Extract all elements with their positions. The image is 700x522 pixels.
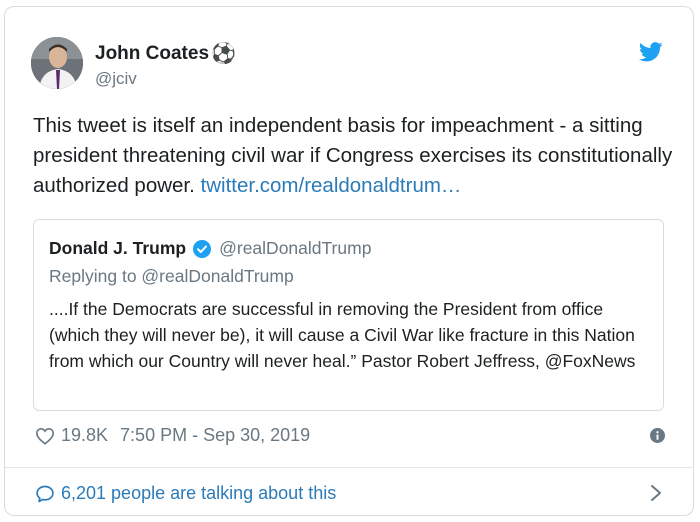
tweet-link[interactable]: twitter.com/realdonaldtrum… bbox=[201, 174, 462, 197]
conversation-link[interactable]: 6,201 people are talking about this bbox=[35, 483, 336, 504]
tweet-text: This tweet is itself an independent basi… bbox=[33, 114, 673, 197]
speech-bubble-icon bbox=[36, 485, 54, 502]
divider bbox=[5, 467, 693, 468]
twitter-bird-icon[interactable] bbox=[639, 41, 663, 63]
like-count[interactable]: 19.8K bbox=[61, 425, 108, 446]
avatar[interactable] bbox=[31, 37, 83, 89]
author-name[interactable]: John Coates ⚽ bbox=[95, 41, 236, 66]
quoted-tweet-text: ....If the Democrats are successful in r… bbox=[49, 299, 636, 371]
quoted-author-name: Donald J. Trump bbox=[49, 238, 187, 258]
replying-to-label: Replying to @realDonaldTrump bbox=[49, 266, 294, 286]
info-icon[interactable] bbox=[650, 428, 665, 443]
chevron-right-icon[interactable] bbox=[649, 483, 663, 503]
talking-count-label: 6,201 people are talking about this bbox=[61, 483, 337, 503]
author-handle[interactable]: @jciv bbox=[95, 69, 137, 89]
heart-icon[interactable] bbox=[35, 427, 55, 445]
timestamp[interactable]: 7:50 PM - Sep 30, 2019 bbox=[120, 425, 310, 446]
tweet-meta: 19.8K 7:50 PM - Sep 30, 2019 bbox=[35, 425, 310, 446]
verified-badge-icon bbox=[193, 239, 212, 258]
quoted-tweet[interactable]: Donald J. Trump @realDonaldTrump Replyin… bbox=[33, 219, 664, 411]
embedded-tweet-card: John Coates ⚽ @jciv This tweet is itself… bbox=[4, 6, 694, 516]
quoted-tweet-header: Donald J. Trump @realDonaldTrump bbox=[49, 238, 371, 259]
soccer-ball-emoji: ⚽ bbox=[211, 43, 236, 65]
quoted-author-handle: @realDonaldTrump bbox=[219, 238, 372, 258]
